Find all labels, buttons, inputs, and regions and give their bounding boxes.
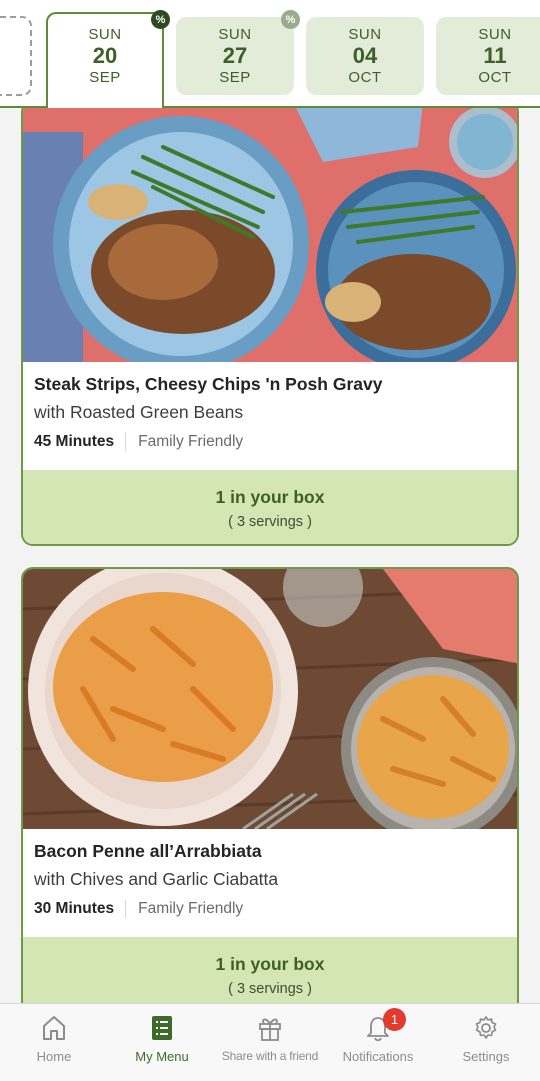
date-tab-month: OCT	[348, 69, 382, 86]
date-tab-day: 04	[352, 43, 378, 68]
date-tab-day: 20	[92, 43, 118, 68]
box-quantity-label: 1 in your box	[215, 954, 325, 974]
home-icon	[43, 1016, 65, 1040]
recipe-info: Steak Strips, Cheesy Chips 'n Posh Gravy…	[23, 362, 517, 470]
recipe-photo-penne	[23, 569, 517, 829]
recipe-subtitle: with Chives and Garlic Ciabatta	[34, 869, 279, 889]
date-tab-day: 11	[483, 43, 507, 68]
prep-time: 30 Minutes	[34, 900, 127, 918]
tab-label: Home	[36, 1049, 72, 1064]
date-tab-oct-04[interactable]: SUN 04 OCT	[306, 17, 424, 95]
bottom-tab-bar: Home My Menu Share with a friend 1 Notif…	[0, 1003, 540, 1081]
tab-label: My Menu	[135, 1049, 189, 1064]
in-box-status[interactable]: 1 in your box ( 3 servings )	[23, 470, 517, 544]
tab-my-menu[interactable]: My Menu	[108, 1004, 216, 1081]
date-tab-month: SEP	[89, 69, 121, 86]
date-tab-weekday: SUN	[218, 26, 252, 43]
tab-label: Notifications	[342, 1049, 414, 1064]
prep-time: 45 Minutes	[34, 433, 127, 451]
tab-share-with-friend[interactable]: Share with a friend	[216, 1004, 324, 1081]
date-tab-weekday: SUN	[478, 26, 512, 43]
recipe-card[interactable]: Steak Strips, Cheesy Chips 'n Posh Gravy…	[21, 100, 519, 546]
date-tab-sep-27[interactable]: SUN 27 SEP	[176, 17, 294, 95]
date-tab-month: OCT	[478, 69, 512, 86]
recipe-tag: Family Friendly	[138, 433, 244, 450]
menu-icon	[152, 1016, 172, 1040]
tab-label: Settings	[462, 1049, 510, 1064]
gift-icon	[259, 1018, 281, 1041]
tab-label: Share with a friend	[221, 1049, 319, 1063]
previous-week-placeholder[interactable]	[0, 16, 32, 96]
box-quantity-label: 1 in your box	[215, 487, 325, 507]
date-tab-month: SEP	[219, 69, 251, 86]
gear-icon	[475, 1016, 497, 1039]
notification-count-badge: 1	[383, 1008, 406, 1031]
date-tab-sep-20[interactable]: SUN 20 SEP	[46, 12, 164, 108]
servings-label: ( 3 servings )	[228, 981, 312, 997]
my-menu-screen: SUN 20 SEP SUN 27 SEP SUN 04 OCT SUN 11 …	[0, 0, 540, 1081]
recipe-meta: 45 Minutes Family Friendly	[34, 433, 505, 451]
delivery-date-bar: SUN 20 SEP SUN 27 SEP SUN 04 OCT SUN 11 …	[0, 0, 540, 108]
tab-notifications[interactable]: 1 Notifications	[324, 1004, 432, 1081]
recipe-title: Steak Strips, Cheesy Chips 'n Posh Gravy	[34, 374, 383, 394]
servings-label: ( 3 servings )	[228, 514, 312, 530]
recipe-photo-steak	[23, 102, 517, 362]
recipe-meta: 30 Minutes Family Friendly	[34, 900, 505, 918]
recipe-info: Bacon Penne all’Arrabbiata with Chives a…	[23, 829, 517, 937]
recipe-subtitle: with Roasted Green Beans	[34, 402, 244, 422]
discount-badge-icon: %	[281, 10, 300, 29]
tab-settings[interactable]: Settings	[432, 1004, 540, 1081]
date-tab-oct-11[interactable]: SUN 11 OCT	[436, 17, 540, 95]
recipe-title: Bacon Penne all’Arrabbiata	[34, 841, 262, 861]
date-tab-weekday: SUN	[348, 26, 382, 43]
date-tab-weekday: SUN	[88, 26, 122, 43]
discount-badge-icon: %	[151, 10, 170, 29]
tab-home[interactable]: Home	[0, 1004, 108, 1081]
recipe-tag: Family Friendly	[138, 900, 244, 917]
date-tab-day: 27	[222, 43, 248, 68]
recipe-card[interactable]: Bacon Penne all’Arrabbiata with Chives a…	[21, 567, 519, 1027]
